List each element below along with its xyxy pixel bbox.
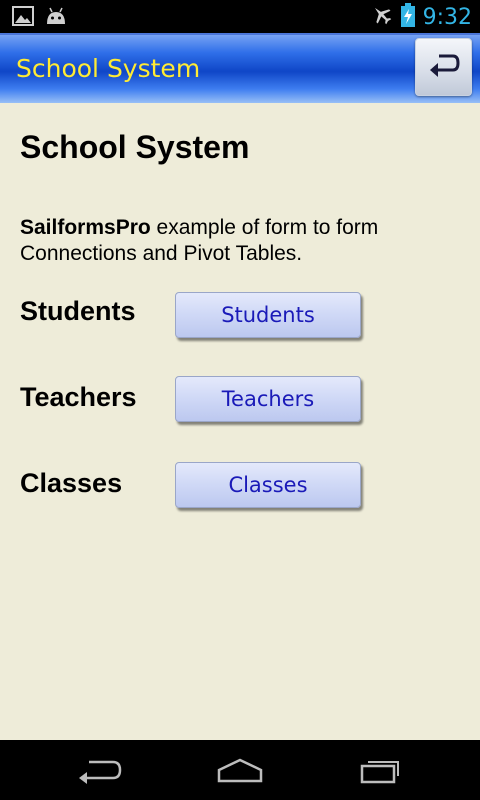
- undo-icon: [427, 50, 461, 85]
- page-title: School System: [20, 129, 250, 165]
- students-button[interactable]: Students: [175, 292, 361, 338]
- navigation-bar: [0, 740, 480, 800]
- teachers-label: Teachers: [20, 382, 137, 412]
- teachers-button[interactable]: Teachers: [175, 376, 361, 422]
- android-notification-icon: [44, 6, 68, 31]
- classes-label: Classes: [20, 468, 123, 498]
- image-notification-icon: [12, 6, 34, 31]
- back-icon[interactable]: [77, 756, 123, 789]
- action-bar-title: School System: [16, 54, 201, 83]
- battery-charging-icon: [400, 3, 415, 32]
- students-label: Students: [20, 296, 136, 326]
- action-bar: School System: [0, 33, 480, 103]
- status-time: 9:32: [422, 5, 472, 30]
- description-text: SailformsPro example of form to form Con…: [20, 215, 460, 267]
- status-bar: 9:32: [0, 0, 480, 33]
- recent-apps-icon[interactable]: [358, 756, 404, 789]
- airplane-mode-icon: [371, 4, 393, 31]
- app-name: SailformsPro: [20, 216, 151, 239]
- undo-button[interactable]: [415, 38, 472, 96]
- home-icon[interactable]: [215, 756, 265, 789]
- main-content: School System SailformsPro example of fo…: [0, 103, 480, 740]
- classes-button[interactable]: Classes: [175, 462, 361, 508]
